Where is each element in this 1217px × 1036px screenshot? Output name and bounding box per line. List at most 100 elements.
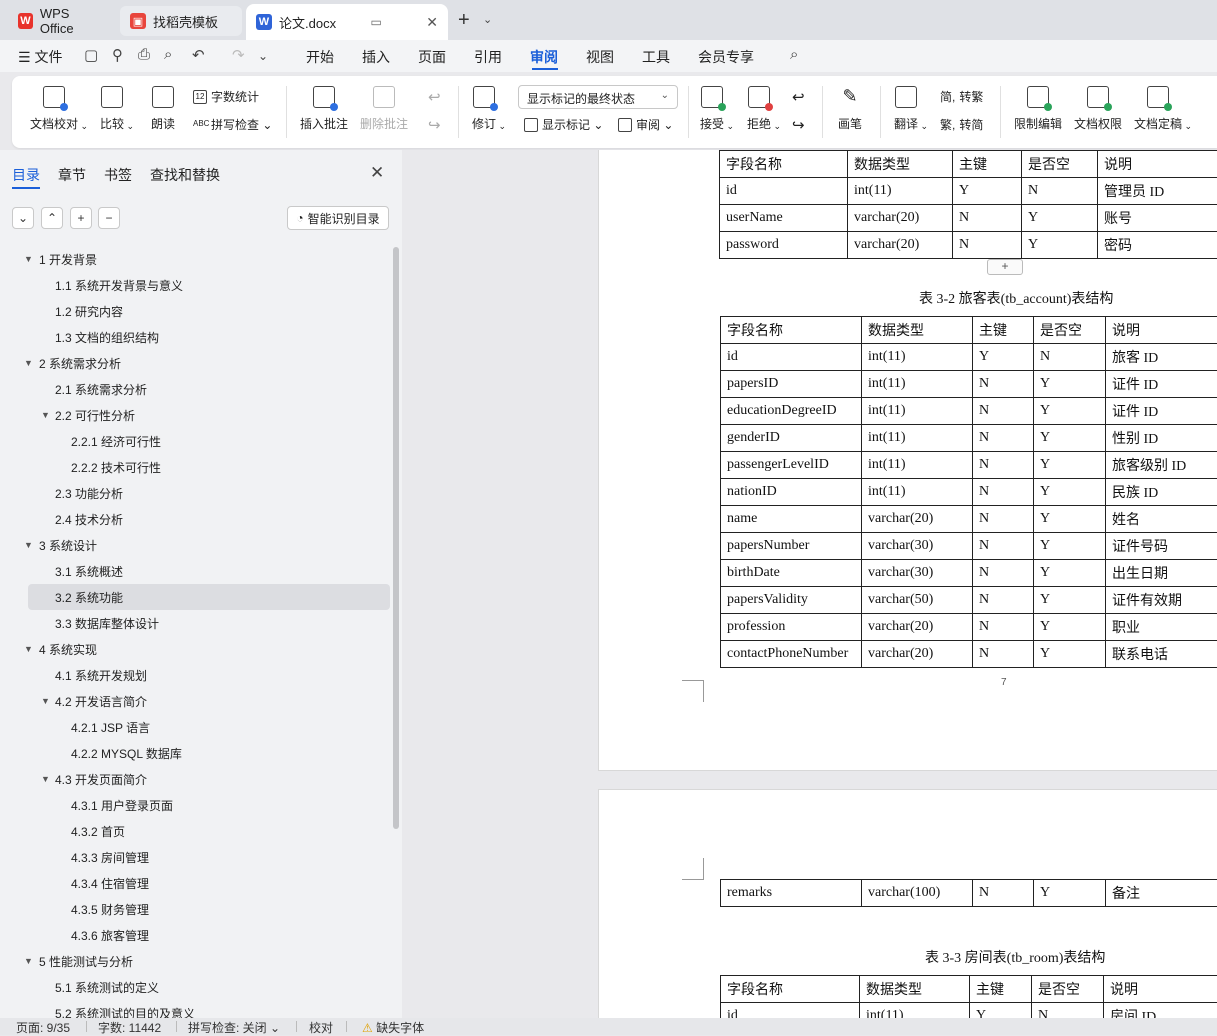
table-cell[interactable]: 数据类型 bbox=[848, 151, 953, 178]
word-count-indicator[interactable]: 字数: 11442 bbox=[98, 1019, 161, 1036]
table-cell[interactable]: 职业 bbox=[1106, 614, 1217, 641]
table-cell[interactable]: profession bbox=[721, 614, 862, 641]
table-cell[interactable]: varchar(30) bbox=[862, 560, 973, 587]
table-cell[interactable]: 旅客级别 ID bbox=[1106, 452, 1217, 479]
proof-status[interactable]: 校对 bbox=[309, 1019, 333, 1036]
translate-button[interactable]: 翻译⌄ bbox=[894, 86, 918, 132]
insert-comment-button[interactable]: 插入批注 bbox=[300, 86, 348, 132]
table-cell[interactable]: 主键 bbox=[973, 317, 1034, 344]
table-cell[interactable]: varchar(20) bbox=[848, 205, 953, 232]
table-cell[interactable]: N bbox=[953, 232, 1022, 259]
table-cell[interactable]: nationID bbox=[721, 479, 862, 506]
missing-font-status[interactable]: ⚠ 缺失字体 bbox=[362, 1019, 424, 1036]
toc-item[interactable]: ▼3 系统设计 bbox=[0, 532, 390, 558]
table-cell[interactable]: 管理员 ID bbox=[1098, 178, 1217, 205]
table-cell[interactable]: varchar(50) bbox=[862, 587, 973, 614]
table-cell[interactable]: Y bbox=[953, 178, 1022, 205]
table-cell[interactable]: varchar(100) bbox=[862, 880, 973, 907]
table-cell[interactable]: 字段名称 bbox=[721, 976, 860, 1003]
toc-item[interactable]: 1.2 研究内容 bbox=[0, 298, 390, 324]
add-row-button[interactable]: + bbox=[987, 259, 1023, 275]
table-cell[interactable]: Y bbox=[1034, 880, 1106, 907]
table-cell[interactable]: varchar(20) bbox=[848, 232, 953, 259]
prev-comment-icon[interactable]: ↩ bbox=[428, 88, 441, 106]
toc-item[interactable]: 2.1 系统需求分析 bbox=[0, 376, 390, 402]
print-icon[interactable]: ⎙ bbox=[138, 46, 150, 63]
expand-down-button[interactable]: ⌄ bbox=[12, 207, 34, 229]
toc-item[interactable]: ▼5 性能测试与分析 bbox=[0, 948, 390, 974]
table-cell[interactable]: Y bbox=[1022, 232, 1098, 259]
markup-state-select[interactable]: 显示标记的最终状态 ⌄ bbox=[518, 85, 678, 109]
table-cell[interactable]: N bbox=[973, 479, 1034, 506]
table-cell[interactable]: contactPhoneNumber bbox=[721, 641, 862, 668]
tab-bookmarks[interactable]: 书签 bbox=[104, 165, 132, 185]
expand-arrow-icon[interactable]: ▼ bbox=[41, 410, 50, 420]
new-tab-icon[interactable]: + bbox=[458, 10, 470, 30]
tab-template[interactable]: ▣ 找稻壳模板 bbox=[120, 6, 242, 36]
table-cell[interactable]: 数据类型 bbox=[862, 317, 973, 344]
toc-item[interactable]: 4.3.3 房间管理 bbox=[0, 844, 390, 870]
pen-button[interactable]: ✎ 画笔 bbox=[838, 86, 862, 132]
revise-button[interactable]: 修订⌄ bbox=[472, 86, 496, 132]
next-comment-icon[interactable]: ↪ bbox=[428, 116, 441, 134]
table-cell[interactable]: N bbox=[973, 398, 1034, 425]
table-cell[interactable]: birthDate bbox=[721, 560, 862, 587]
table-cell[interactable]: 民族 ID bbox=[1106, 479, 1217, 506]
table-cell[interactable]: Y bbox=[970, 1003, 1032, 1019]
table-cell[interactable]: passengerLevelID bbox=[721, 452, 862, 479]
table-cell[interactable]: 证件 ID bbox=[1106, 398, 1217, 425]
table-cell[interactable]: 字段名称 bbox=[720, 151, 848, 178]
table-cell[interactable]: id bbox=[720, 178, 848, 205]
table-cell[interactable]: 说明 bbox=[1098, 151, 1217, 178]
table-cell[interactable]: 证件 ID bbox=[1106, 371, 1217, 398]
expand-arrow-icon[interactable]: ▼ bbox=[41, 774, 50, 784]
table-cell[interactable]: 房间 ID bbox=[1104, 1003, 1217, 1019]
table-cell[interactable]: int(11) bbox=[862, 425, 973, 452]
next-change-icon[interactable]: ↪ bbox=[792, 116, 805, 134]
toc-item[interactable]: 2.3 功能分析 bbox=[0, 480, 390, 506]
print-preview-icon[interactable]: ⌕ bbox=[164, 46, 172, 63]
table-cell[interactable]: Y bbox=[1034, 614, 1106, 641]
table-cell[interactable]: Y bbox=[1034, 398, 1106, 425]
toc-item[interactable]: ▼2.2 可行性分析 bbox=[0, 402, 390, 428]
expand-arrow-icon[interactable]: ▼ bbox=[24, 254, 33, 264]
table-cell[interactable]: Y bbox=[1034, 452, 1106, 479]
table-cell[interactable]: varchar(20) bbox=[862, 641, 973, 668]
tab-chapters[interactable]: 章节 bbox=[58, 165, 86, 185]
review-pane-button[interactable]: 审阅 ⌄ bbox=[618, 116, 673, 133]
doc-check-button[interactable]: 文档校对⌄ bbox=[30, 86, 78, 132]
table-cell[interactable]: genderID bbox=[721, 425, 862, 452]
table-cell[interactable]: Y bbox=[1034, 371, 1106, 398]
toc-item[interactable]: 4.3.4 住宿管理 bbox=[0, 870, 390, 896]
table-cell[interactable]: 旅客 ID bbox=[1106, 344, 1217, 371]
table-cell[interactable]: 主键 bbox=[953, 151, 1022, 178]
tab-find-replace[interactable]: 查找和替换 bbox=[150, 165, 220, 185]
table-cell[interactable]: 是否空 bbox=[1022, 151, 1098, 178]
restrict-edit-button[interactable]: 限制编辑 bbox=[1014, 86, 1062, 132]
table-cell[interactable]: id bbox=[721, 1003, 860, 1019]
table-cell[interactable]: Y bbox=[1034, 641, 1106, 668]
table-cell[interactable]: N bbox=[973, 880, 1034, 907]
toc-item[interactable]: 4.3.2 首页 bbox=[0, 818, 390, 844]
table-cell[interactable]: N bbox=[953, 205, 1022, 232]
word-count-button[interactable]: 12 字数统计 bbox=[193, 88, 259, 105]
table-cell[interactable]: 账号 bbox=[1098, 205, 1217, 232]
table-cell[interactable]: 是否空 bbox=[1034, 317, 1106, 344]
table-cell[interactable]: N bbox=[973, 560, 1034, 587]
accept-button[interactable]: 接受⌄ bbox=[700, 86, 724, 132]
menu-page[interactable]: 页面 bbox=[418, 47, 446, 67]
expand-arrow-icon[interactable]: ▼ bbox=[24, 644, 33, 654]
reject-button[interactable]: 拒绝⌄ bbox=[747, 86, 771, 132]
table-cell[interactable]: int(11) bbox=[862, 344, 973, 371]
table-cell[interactable]: int(11) bbox=[860, 1003, 970, 1019]
toc-item[interactable]: 3.2 系统功能 bbox=[28, 584, 390, 610]
table-cell[interactable]: 出生日期 bbox=[1106, 560, 1217, 587]
to-traditional-button[interactable]: 简, 转繁 bbox=[940, 88, 983, 105]
table-cell[interactable]: N bbox=[973, 425, 1034, 452]
table-cell[interactable]: Y bbox=[1022, 205, 1098, 232]
table-cell[interactable]: varchar(20) bbox=[862, 614, 973, 641]
compare-button[interactable]: 比较⌄ bbox=[100, 86, 124, 132]
table-cell[interactable]: 联系电话 bbox=[1106, 641, 1217, 668]
table-cell[interactable]: papersNumber bbox=[721, 533, 862, 560]
table-cell[interactable]: Y bbox=[973, 344, 1034, 371]
